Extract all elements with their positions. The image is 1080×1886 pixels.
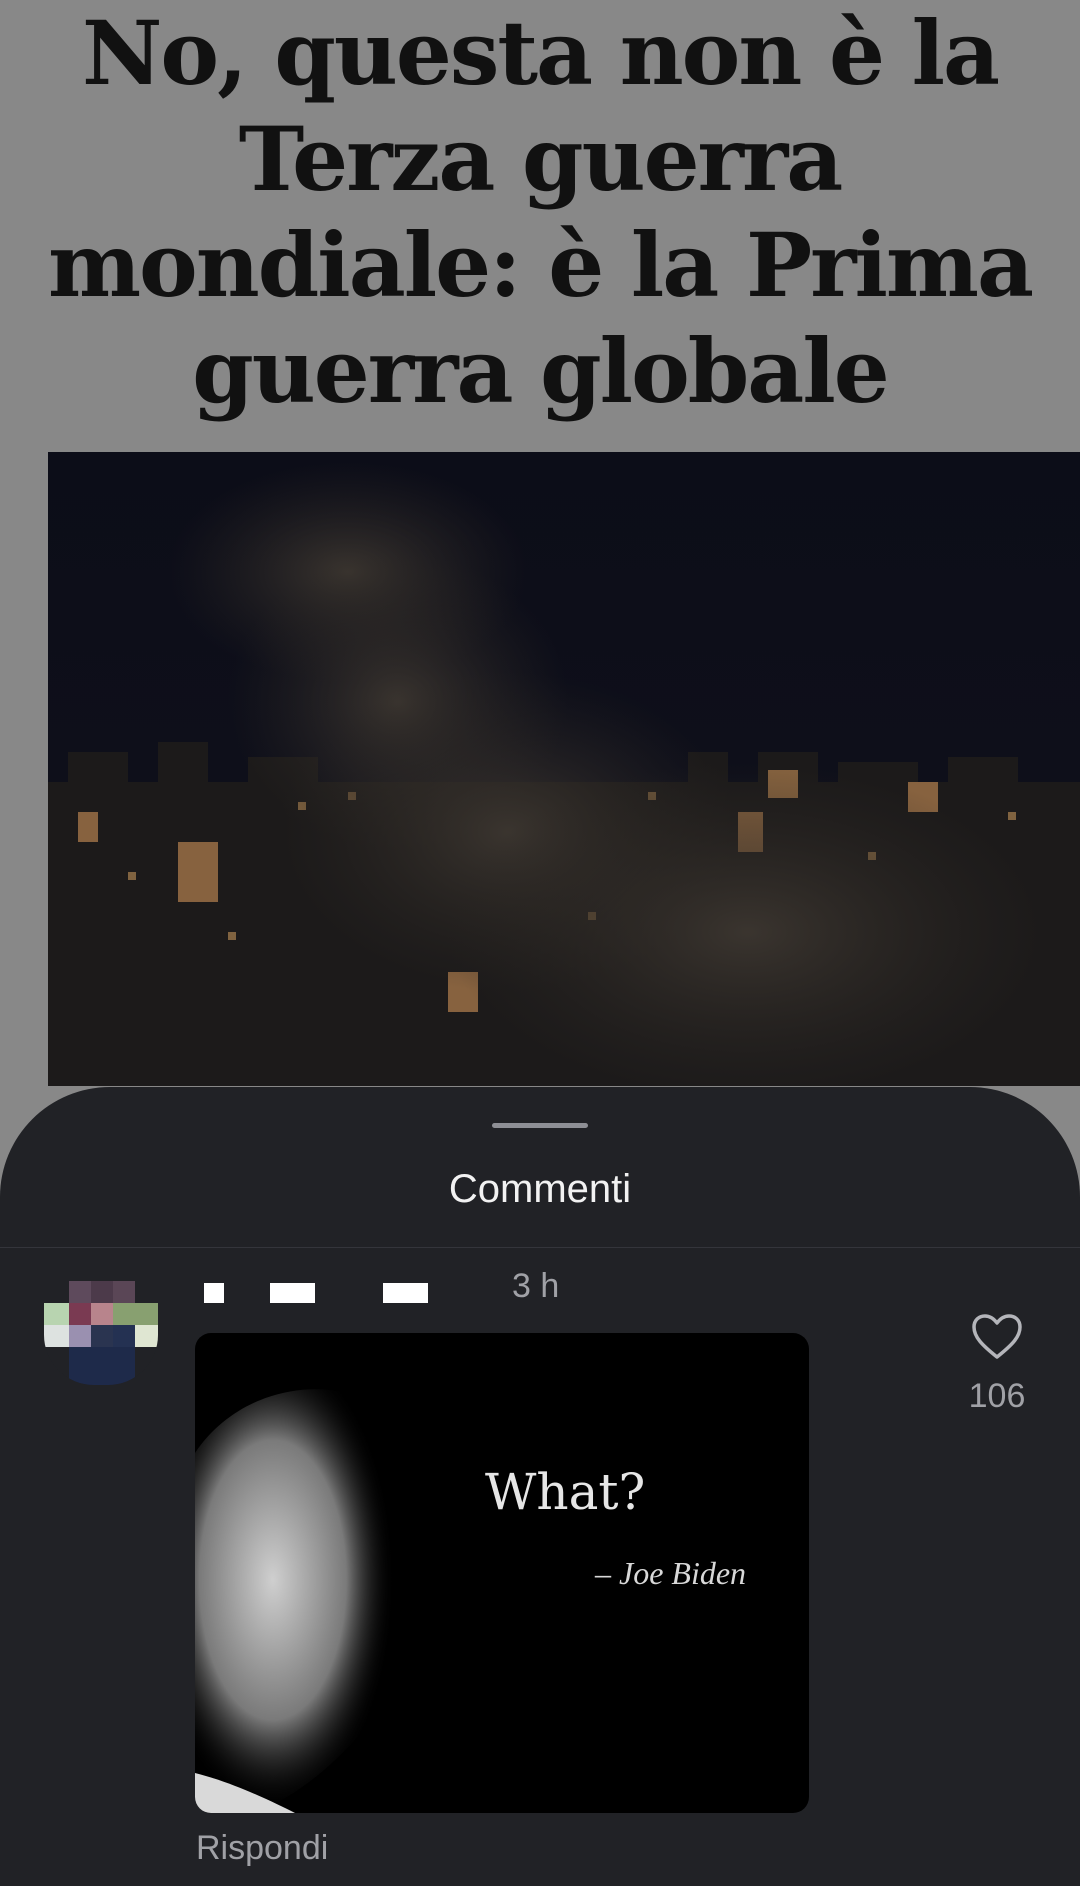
like-button[interactable] bbox=[970, 1313, 1024, 1361]
divider bbox=[0, 1247, 1080, 1248]
comment-timestamp: 3 h bbox=[512, 1267, 560, 1305]
heart-icon bbox=[972, 1314, 1022, 1359]
comment-meme-image[interactable]: What? – Joe Biden bbox=[195, 1333, 809, 1813]
comments-sheet: Commenti 3 h What? – Joe Biden 106 Rispo… bbox=[0, 1087, 1080, 1886]
meme-quote: What? bbox=[485, 1463, 646, 1521]
reply-button[interactable]: Rispondi bbox=[196, 1829, 328, 1868]
sheet-drag-handle[interactable] bbox=[492, 1123, 588, 1128]
avatar[interactable] bbox=[44, 1281, 158, 1385]
like-count: 106 bbox=[968, 1377, 1026, 1415]
article-title: No, questa non è la Terza guerra mondial… bbox=[47, 1, 1034, 423]
article-hero-image[interactable] bbox=[48, 452, 1080, 1086]
comments-title: Commenti bbox=[448, 1167, 632, 1211]
meme-author: – Joe Biden bbox=[595, 1555, 747, 1591]
